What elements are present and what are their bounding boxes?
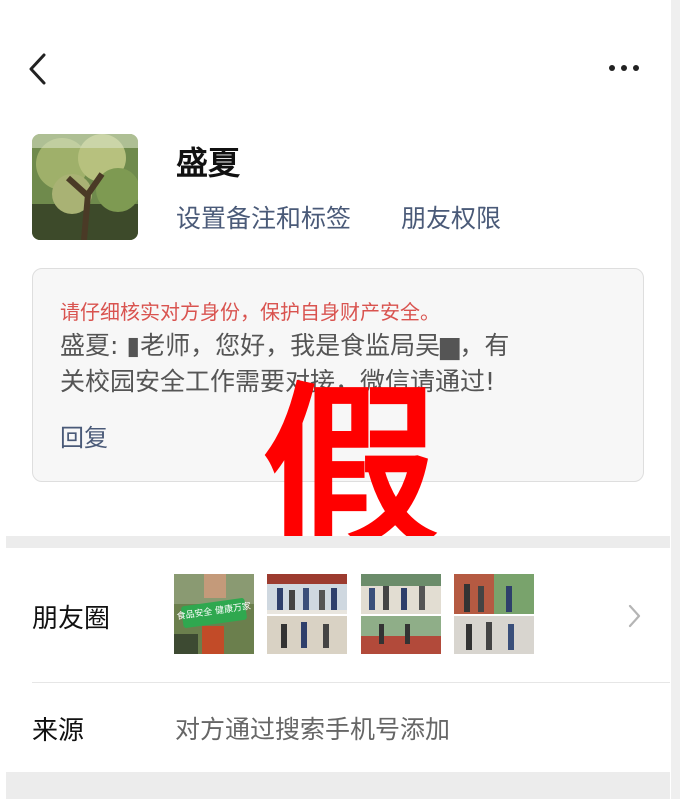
avatar-tree-photo [32,134,138,240]
friend-permission-link[interactable]: 朋友权限 [401,199,501,235]
set-remark-tags-link[interactable]: 设置备注和标签 [176,199,351,235]
chevron-left-icon[interactable] [22,50,56,88]
moments-thumbnail[interactable] [454,574,534,654]
fake-stamp: 假 [262,367,439,572]
moments-thumbnail[interactable] [267,574,347,654]
source-label: 来源 [32,716,85,746]
screen-edge [671,0,680,799]
moments-label[interactable]: 朋友圈 [32,598,110,635]
avatar[interactable] [32,134,138,240]
bottom-section-divider [6,772,670,799]
moments-thumbnail[interactable] [361,574,441,654]
contact-name: 盛夏 [176,144,241,182]
source-value: 对方通过搜索手机号添加 [175,715,451,744]
row-divider [32,682,670,683]
security-warning: 请仔细核实对方身份，保护自身财产安全。 [60,300,440,324]
moments-thumbnail[interactable]: 食品安全 健康万家 [174,574,254,654]
more-horizontal-icon[interactable] [604,58,644,78]
request-message-line-1: 盛夏: ▮老师，您好，我是食监局吴▆，有 [60,331,510,360]
section-divider [6,536,670,548]
reply-link[interactable]: 回复 [60,418,108,453]
chevron-right-icon[interactable] [624,602,644,630]
